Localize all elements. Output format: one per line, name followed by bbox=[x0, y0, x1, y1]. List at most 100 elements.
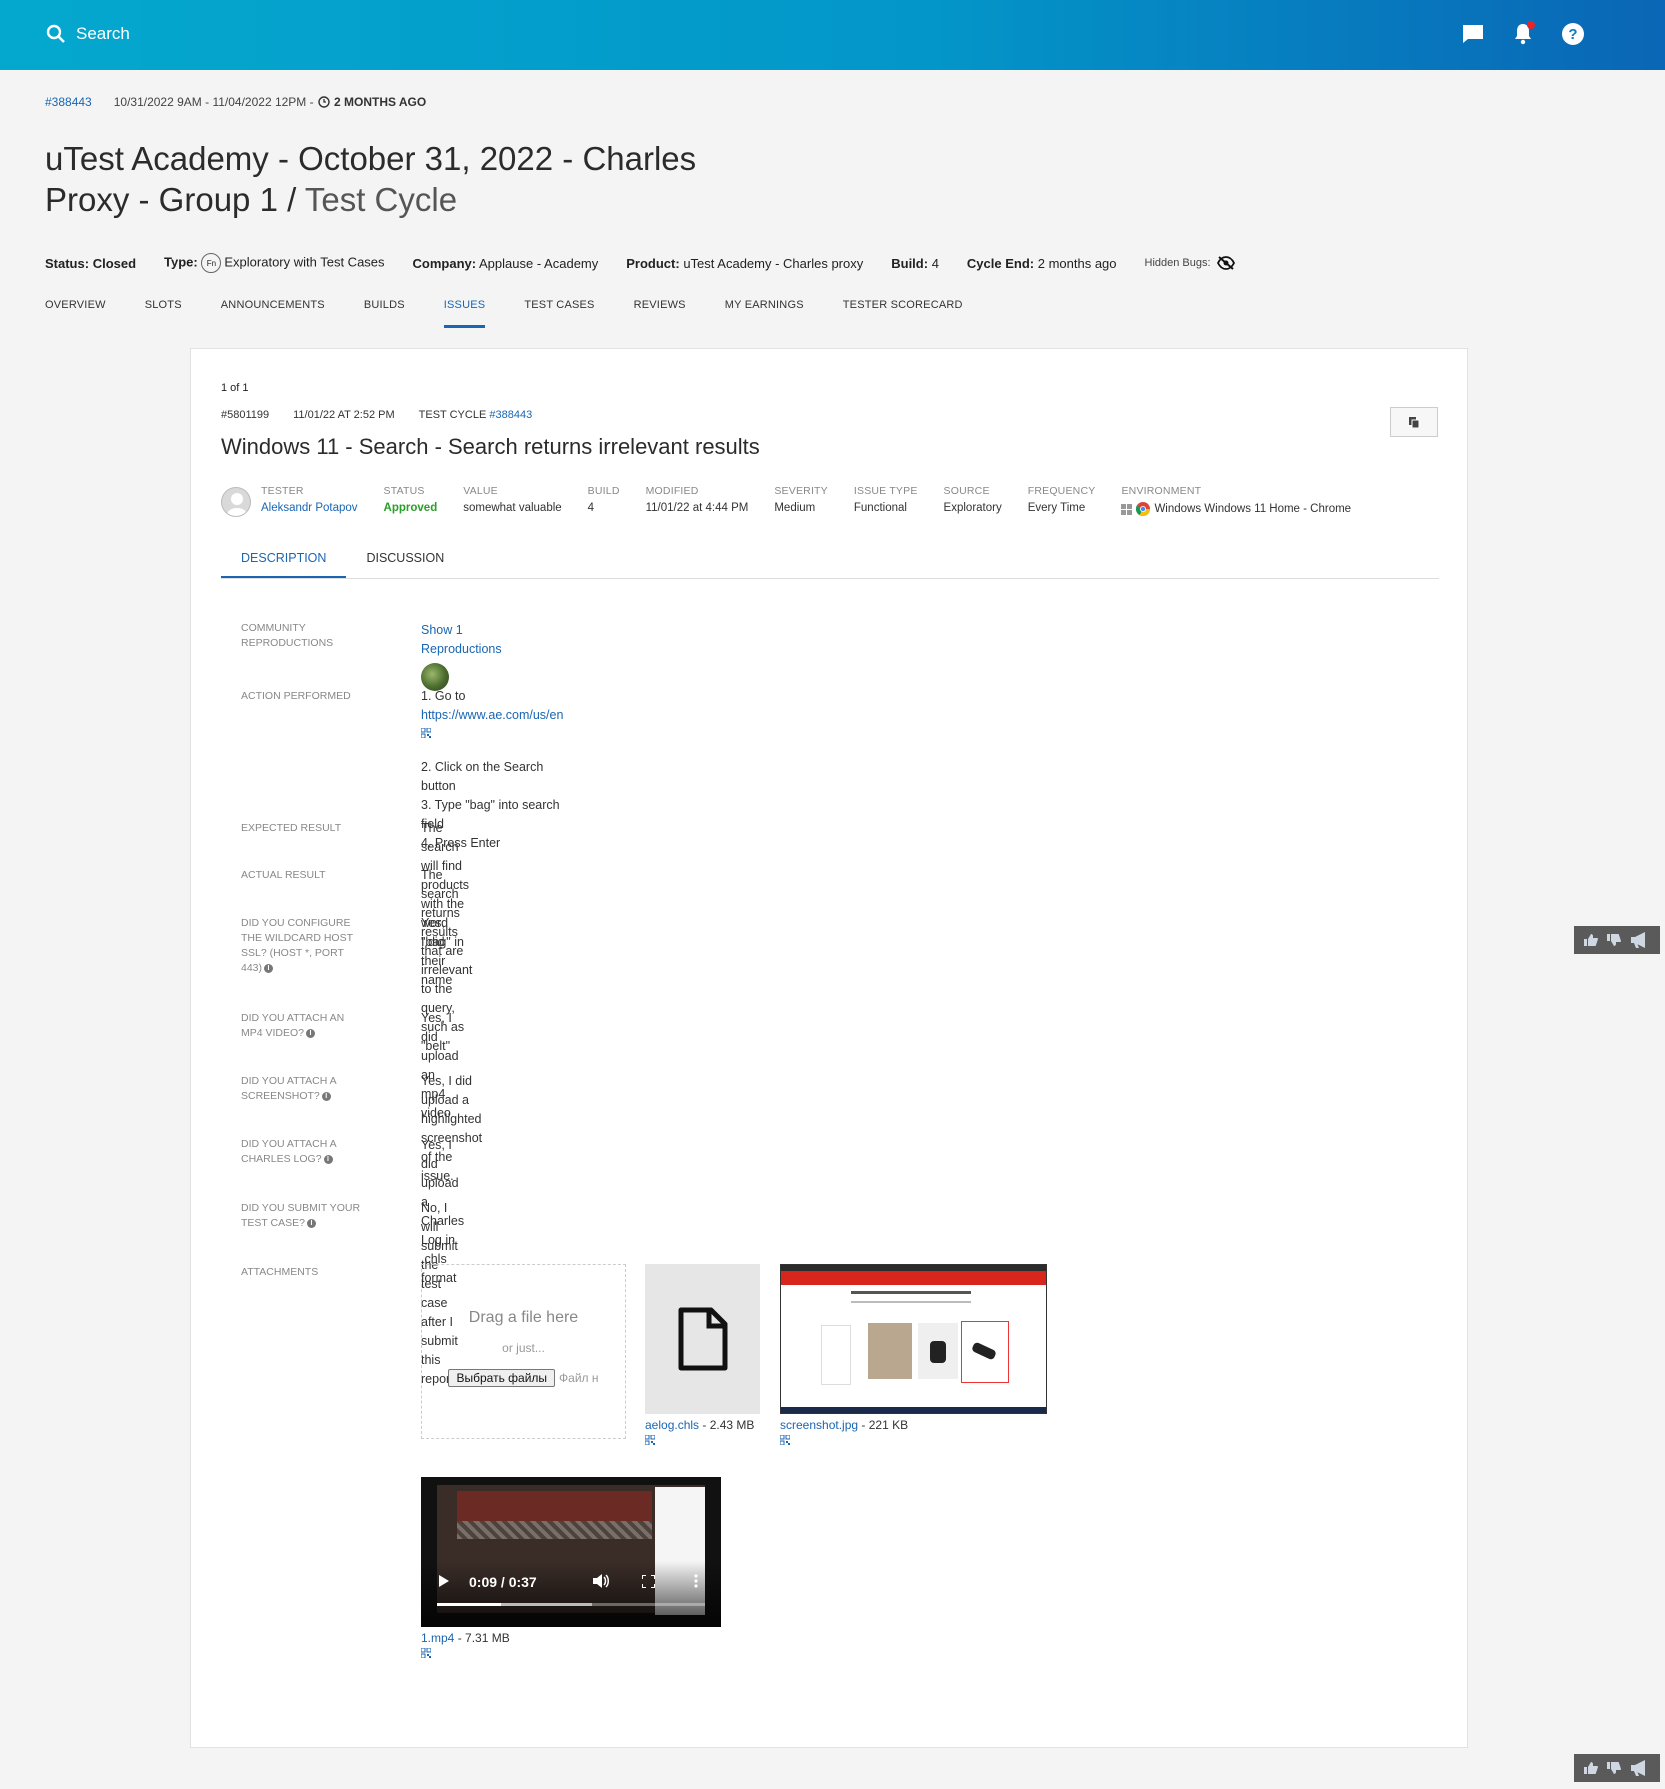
qr-code-icon[interactable] bbox=[421, 1648, 431, 1658]
tab-slots[interactable]: SLOTS bbox=[145, 299, 182, 328]
prop-tester: TESTER Aleksandr Potapov bbox=[261, 485, 358, 514]
attachment-screenshot: screenshot.jpg - 221 KB bbox=[780, 1264, 1047, 1448]
cycle-dates: 10/31/2022 9AM - 11/04/2022 12PM - bbox=[113, 95, 314, 109]
drop-title: Drag a file here bbox=[468, 1309, 579, 1326]
screenshot-size: - 221 KB bbox=[861, 1418, 909, 1432]
megaphone-icon[interactable] bbox=[1630, 1760, 1650, 1776]
community-value: Show 1 Reproductions bbox=[421, 621, 502, 691]
tab-discussion[interactable]: DISCUSSION bbox=[346, 539, 464, 578]
cycle-ago: 2 MONTHS AGO bbox=[318, 95, 426, 109]
copy-button[interactable] bbox=[1390, 407, 1438, 437]
file-icon bbox=[678, 1307, 727, 1371]
tab-builds[interactable]: BUILDS bbox=[364, 299, 405, 328]
cycle-nav-tabs: OVERVIEW SLOTS ANNOUNCEMENTS BUILDS ISSU… bbox=[45, 299, 1002, 328]
issue-title: Windows 11 - Search - Search returns irr… bbox=[221, 434, 760, 459]
info-icon[interactable]: i bbox=[323, 1154, 333, 1164]
cycle-end-field: Cycle End: 2 months ago bbox=[966, 255, 1117, 271]
tab-announcements[interactable]: ANNOUNCEMENTS bbox=[221, 299, 325, 328]
thumbs-up-icon[interactable] bbox=[1584, 1762, 1599, 1774]
prop-status: STATUS Approved bbox=[383, 485, 438, 514]
info-icon[interactable]: i bbox=[321, 1091, 331, 1101]
more-options-icon[interactable] bbox=[694, 1574, 698, 1588]
attachment-video: 0:09 / 0:37 1.mp4 - 7.31 MB bbox=[421, 1477, 721, 1661]
top-bar: Search ? bbox=[0, 0, 1665, 70]
screenshot-link[interactable]: screenshot.jpg bbox=[780, 1418, 858, 1432]
tab-overview[interactable]: OVERVIEW bbox=[45, 299, 106, 328]
wildcard-value: Yes, I did bbox=[421, 916, 445, 949]
global-search[interactable]: Search bbox=[46, 24, 130, 44]
attachment-chls-thumb[interactable] bbox=[645, 1264, 760, 1414]
video-time: 0:09 / 0:37 bbox=[469, 1574, 537, 1590]
tab-my-earnings[interactable]: MY EARNINGS bbox=[725, 299, 804, 328]
build-field: Build: 4 bbox=[891, 255, 939, 271]
type-field: Type: Fn Exploratory with Test Cases bbox=[164, 253, 385, 273]
clock-icon bbox=[318, 96, 330, 108]
prop-source: SOURCE Exploratory bbox=[943, 485, 1002, 514]
svg-text:?: ? bbox=[1568, 26, 1577, 43]
tab-issues[interactable]: ISSUES bbox=[443, 299, 486, 328]
product-field: Product: uTest Academy - Charles proxy bbox=[626, 255, 864, 271]
fn-badge: Fn bbox=[201, 253, 222, 273]
tab-reviews[interactable]: REVIEWS bbox=[634, 299, 686, 328]
cycle-ago-text: 2 MONTHS AGO bbox=[334, 95, 427, 109]
qr-code-icon[interactable] bbox=[421, 728, 431, 738]
prop-build: BUILD 4 bbox=[587, 485, 620, 514]
issue-created: 11/01/22 AT 2:52 PM bbox=[293, 409, 395, 421]
chls-link[interactable]: aelog.chls bbox=[645, 1418, 699, 1432]
thumbs-up-icon[interactable] bbox=[1584, 934, 1599, 946]
thumbs-down-icon[interactable] bbox=[1606, 1762, 1621, 1774]
help-icon[interactable]: ? bbox=[1561, 22, 1585, 46]
bell-icon[interactable] bbox=[1511, 21, 1535, 46]
info-icon[interactable]: i bbox=[306, 1028, 316, 1038]
feedback-widget-bottom bbox=[1574, 1754, 1660, 1782]
attachments-label: ATTACHMENTS bbox=[241, 1266, 319, 1278]
action-label: ACTION PERFORMED bbox=[241, 690, 351, 702]
windows-icon bbox=[1121, 503, 1133, 515]
status-field: Status: Closed bbox=[45, 255, 137, 271]
issue-sub-tabs: DESCRIPTION DISCUSSION bbox=[221, 539, 1439, 579]
hidden-bugs-field: Hidden Bugs: bbox=[1145, 256, 1235, 270]
testcase-label: DID YOU SUBMIT YOUR TEST CASE? i bbox=[241, 1202, 361, 1229]
info-icon[interactable]: i bbox=[264, 963, 274, 973]
issue-pager: 1 of 1 bbox=[221, 382, 249, 394]
thumbs-down-icon[interactable] bbox=[1606, 934, 1621, 946]
cycle-id-link[interactable]: #388443 bbox=[45, 95, 92, 109]
volume-icon[interactable] bbox=[593, 1574, 609, 1588]
video-size: - 7.31 MB bbox=[457, 1631, 510, 1645]
expected-label: EXPECTED RESULT bbox=[241, 822, 342, 834]
video-link[interactable]: 1.mp4 bbox=[421, 1631, 454, 1645]
cycle-status-row: Status: Closed Type: Fn Exploratory with … bbox=[45, 253, 1235, 273]
mp4-label: DID YOU ATTACH AN MP4 VIDEO? i bbox=[241, 1012, 345, 1039]
video-progress-track[interactable] bbox=[437, 1603, 705, 1606]
tab-test-cases[interactable]: TEST CASES bbox=[524, 299, 594, 328]
feedback-widget bbox=[1574, 926, 1660, 954]
prop-environment: ENVIRONMENT Windows Windows 11 Home - Ch… bbox=[1121, 485, 1352, 516]
screenshot-thumb[interactable] bbox=[780, 1264, 1047, 1414]
chat-icon[interactable] bbox=[1461, 22, 1485, 46]
file-drop-zone[interactable]: Drag a file here or just... Выбрать файл… bbox=[421, 1264, 626, 1439]
issue-meta: #5801199 11/01/22 AT 2:52 PM TEST CYCLE … bbox=[221, 409, 532, 421]
fullscreen-icon[interactable] bbox=[642, 1575, 655, 1588]
megaphone-icon[interactable] bbox=[1630, 932, 1650, 948]
actual-label: ACTUAL RESULT bbox=[241, 869, 326, 881]
prop-severity: SEVERITY Medium bbox=[774, 485, 828, 514]
prop-modified: MODIFIED 11/01/22 at 4:44 PM bbox=[645, 485, 749, 514]
qr-code-icon[interactable] bbox=[645, 1435, 655, 1445]
ae-link[interactable]: https://www.ae.com/us/en bbox=[421, 708, 563, 722]
choose-files-button[interactable]: Выбрать файлы bbox=[448, 1369, 556, 1387]
search-label: Search bbox=[76, 24, 130, 43]
video-player[interactable]: 0:09 / 0:37 bbox=[421, 1477, 721, 1627]
action-step-2: 2. Click on the Search button bbox=[421, 760, 544, 793]
play-icon[interactable] bbox=[439, 1575, 449, 1587]
tab-description[interactable]: DESCRIPTION bbox=[221, 539, 347, 578]
tab-tester-scorecard[interactable]: TESTER SCORECARD bbox=[843, 299, 963, 328]
qr-code-icon[interactable] bbox=[780, 1435, 790, 1445]
tester-link[interactable]: Aleksandr Potapov bbox=[261, 502, 358, 514]
test-cycle-link[interactable]: #388443 bbox=[489, 409, 532, 421]
attachment-chls: aelog.chls - 2.43 MB bbox=[645, 1264, 760, 1448]
eye-slash-icon[interactable] bbox=[1216, 256, 1235, 270]
info-icon[interactable]: i bbox=[307, 1218, 316, 1228]
video-progress-fill bbox=[437, 1603, 502, 1606]
show-reproductions-link[interactable]: Show 1 Reproductions bbox=[421, 623, 502, 656]
tester-avatar bbox=[221, 487, 251, 517]
